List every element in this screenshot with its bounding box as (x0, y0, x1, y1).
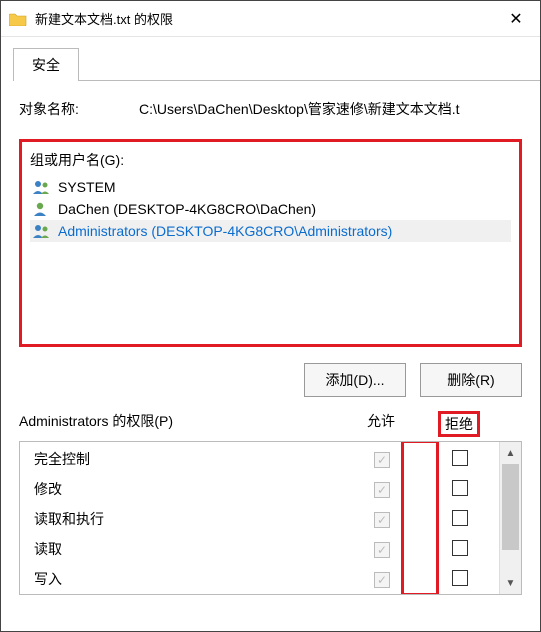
allow-checkbox: ✓ (374, 512, 390, 528)
permission-name: 读取 (34, 539, 343, 559)
tab-security-label: 安全 (32, 57, 60, 73)
scroll-up-icon[interactable]: ▲ (500, 442, 521, 464)
principal-item-dachen[interactable]: DaChen (DESKTOP-4KG8CRO\DaChen) (30, 198, 511, 220)
object-name-value: C:\Users\DaChen\Desktop\管家速修\新建文本文档.t (139, 99, 522, 119)
principal-list[interactable]: SYSTEM DaChen (DESKTOP-4KG8CRO\DaChen) (30, 176, 511, 336)
permission-row: 写入 ✓ (20, 564, 499, 594)
permission-row: 修改 ✓ (20, 474, 499, 504)
title-bar: 新建文本文档.txt 的权限 ✕ (1, 1, 540, 37)
allow-checkbox: ✓ (374, 452, 390, 468)
permission-row: 完全控制 ✓ (20, 444, 499, 474)
deny-checkbox[interactable] (452, 570, 468, 586)
close-icon: ✕ (509, 9, 522, 29)
permission-row: 读取和执行 ✓ (20, 504, 499, 534)
tab-strip: 安全 (1, 37, 540, 81)
principal-item-system[interactable]: SYSTEM (30, 176, 511, 198)
allow-checkbox: ✓ (374, 542, 390, 558)
group-icon (32, 179, 52, 195)
deny-checkbox[interactable] (452, 450, 468, 466)
groups-label: 组或用户名(G): (30, 150, 511, 170)
deny-checkbox[interactable] (452, 540, 468, 556)
folder-icon (9, 12, 27, 26)
scroll-down-icon[interactable]: ▼ (500, 572, 521, 594)
permissions-table: 完全控制 ✓ 修改 ✓ 读取和执行 ✓ 读取 ✓ (19, 441, 522, 595)
principal-name: Administrators (DESKTOP-4KG8CRO\Administ… (58, 223, 392, 239)
principal-name: SYSTEM (58, 179, 116, 195)
dialog-body: 对象名称: C:\Users\DaChen\Desktop\管家速修\新建文本文… (1, 81, 540, 631)
close-button[interactable]: ✕ (492, 1, 540, 37)
scroll-thumb[interactable] (502, 464, 519, 550)
permissions-dialog: 新建文本文档.txt 的权限 ✕ 安全 对象名称: C:\Users\DaChe… (0, 0, 541, 632)
scroll-track[interactable] (500, 464, 521, 572)
permission-name: 修改 (34, 479, 343, 499)
permissions-for-label: Administrators 的权限(P) (19, 411, 342, 437)
group-icon (32, 223, 52, 239)
permissions-scrollbar[interactable]: ▲ ▼ (499, 442, 521, 594)
add-button[interactable]: 添加(D)... (304, 363, 406, 397)
deny-checkbox[interactable] (452, 480, 468, 496)
remove-button[interactable]: 删除(R) (420, 363, 522, 397)
permissions-header: Administrators 的权限(P) 允许 拒绝 (19, 411, 522, 437)
permission-row: 读取 ✓ (20, 534, 499, 564)
deny-checkbox[interactable] (452, 510, 468, 526)
object-name-row: 对象名称: C:\Users\DaChen\Desktop\管家速修\新建文本文… (19, 99, 522, 119)
permission-name: 写入 (34, 569, 343, 589)
principal-name: DaChen (DESKTOP-4KG8CRO\DaChen) (58, 201, 316, 217)
permissions-rows: 完全控制 ✓ 修改 ✓ 读取和执行 ✓ 读取 ✓ (20, 442, 499, 594)
allow-checkbox: ✓ (374, 572, 390, 588)
buttons-row: 添加(D)... 删除(R) (19, 363, 522, 397)
allow-column-header: 允许 (342, 411, 420, 437)
deny-column-header: 拒绝 (420, 411, 498, 437)
groups-box: 组或用户名(G): SYSTEM (19, 139, 522, 347)
permission-name: 完全控制 (34, 449, 343, 469)
principal-item-administrators[interactable]: Administrators (DESKTOP-4KG8CRO\Administ… (30, 220, 511, 242)
tab-security[interactable]: 安全 (13, 48, 79, 81)
permission-name: 读取和执行 (34, 509, 343, 529)
user-icon (32, 201, 52, 217)
window-title: 新建文本文档.txt 的权限 (35, 9, 492, 28)
allow-checkbox: ✓ (374, 482, 390, 498)
object-name-label: 对象名称: (19, 99, 139, 119)
